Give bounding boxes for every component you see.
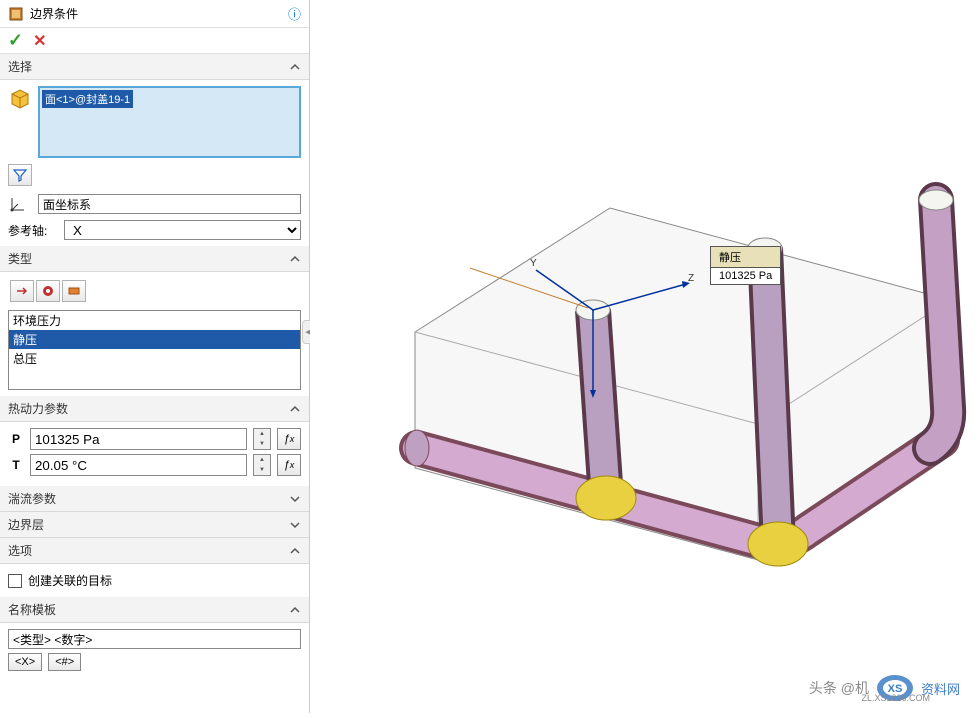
property-panel: 边界条件 ⓘ ✓ ✕ 选择 面<1>@封盖19-1 xyxy=(0,0,310,713)
section-type-body: 环境压力 静压 总压 xyxy=(0,272,309,396)
section-thermo-header[interactable]: 热动力参数 xyxy=(0,396,309,422)
type-wall-icon[interactable] xyxy=(62,280,86,302)
section-turbulence-header[interactable]: 湍流参数 xyxy=(0,486,309,512)
face-selection-icon xyxy=(8,86,32,110)
selected-face-item[interactable]: 面<1>@封盖19-1 xyxy=(42,90,133,108)
watermark-url: ZL.XS1616.COM xyxy=(861,693,930,703)
axis-label: 参考轴: xyxy=(8,222,64,239)
panel-title: 边界条件 xyxy=(30,5,288,22)
help-icon[interactable]: ⓘ xyxy=(288,4,301,23)
face-selection-list[interactable]: 面<1>@封盖19-1 xyxy=(38,86,301,158)
section-name-template-body: <X> <#> xyxy=(0,623,309,677)
create-goal-checkbox[interactable] xyxy=(8,574,22,588)
section-selection-header[interactable]: 选择 xyxy=(0,54,309,80)
axis-select[interactable]: X xyxy=(64,220,301,240)
pressure-input[interactable] xyxy=(30,428,247,450)
cancel-button[interactable]: ✕ xyxy=(33,31,46,51)
chevron-up-icon xyxy=(289,61,301,73)
panel-actions: ✓ ✕ xyxy=(0,28,309,54)
template-x-button[interactable]: <X> xyxy=(8,653,42,671)
pressure-label: P xyxy=(8,432,24,446)
template-num-button[interactable]: <#> xyxy=(48,653,81,671)
boundary-callout[interactable]: 静压 101325 Pa xyxy=(710,246,781,285)
pressure-spinner[interactable]: ▲▼ xyxy=(253,428,271,450)
boundary-condition-icon xyxy=(8,6,24,22)
coordinate-system-input[interactable] xyxy=(38,194,301,214)
section-boundary-layer-header[interactable]: 边界层 xyxy=(0,512,309,538)
section-thermo-body: P ▲▼ ƒx T ▲▼ ƒx xyxy=(0,422,309,486)
panel-title-bar: 边界条件 ⓘ xyxy=(0,0,309,28)
temperature-input[interactable] xyxy=(30,454,247,476)
section-options-body: 创建关联的目标 xyxy=(0,564,309,597)
temperature-spinner[interactable]: ▲▼ xyxy=(253,454,271,476)
create-goal-checkbox-row[interactable]: 创建关联的目标 xyxy=(8,570,301,591)
chevron-up-icon xyxy=(289,604,301,616)
model-render: Y Z xyxy=(310,0,978,713)
create-goal-label: 创建关联的目标 xyxy=(28,572,112,589)
type-env-pressure[interactable]: 环境压力 xyxy=(9,311,300,330)
section-selection-body: 面<1>@封盖19-1 参考轴: X xyxy=(0,80,309,246)
chevron-up-icon xyxy=(289,403,301,415)
section-type-header[interactable]: 类型 xyxy=(0,246,309,272)
3d-viewport[interactable]: Y Z 静压 101325 Pa 头条 @机 XS 资料网 ZL.XS1616.… xyxy=(310,0,978,713)
chevron-up-icon xyxy=(289,545,301,557)
chevron-down-icon xyxy=(289,519,301,531)
temperature-label: T xyxy=(8,458,24,472)
callout-value: 101325 Pa xyxy=(711,268,780,284)
type-total-pressure[interactable]: 总压 xyxy=(9,349,300,368)
type-pressure-icon[interactable] xyxy=(36,280,60,302)
svg-text:Z: Z xyxy=(688,273,694,284)
chevron-down-icon xyxy=(289,493,301,505)
temperature-fx-button[interactable]: ƒx xyxy=(277,454,301,476)
pressure-fx-button[interactable]: ƒx xyxy=(277,428,301,450)
section-options-header[interactable]: 选项 xyxy=(0,538,309,564)
chevron-up-icon xyxy=(289,253,301,265)
pressure-type-list[interactable]: 环境压力 静压 总压 xyxy=(8,310,301,390)
filter-button[interactable] xyxy=(8,164,32,186)
section-name-template-header[interactable]: 名称模板 xyxy=(0,597,309,623)
name-template-input[interactable] xyxy=(8,629,301,649)
coordinate-system-icon xyxy=(8,192,32,216)
svg-text:Y: Y xyxy=(530,258,537,269)
type-static-pressure[interactable]: 静压 xyxy=(9,330,300,349)
type-flow-icon[interactable] xyxy=(10,280,34,302)
ok-button[interactable]: ✓ xyxy=(8,30,23,51)
callout-title: 静压 xyxy=(711,247,780,268)
